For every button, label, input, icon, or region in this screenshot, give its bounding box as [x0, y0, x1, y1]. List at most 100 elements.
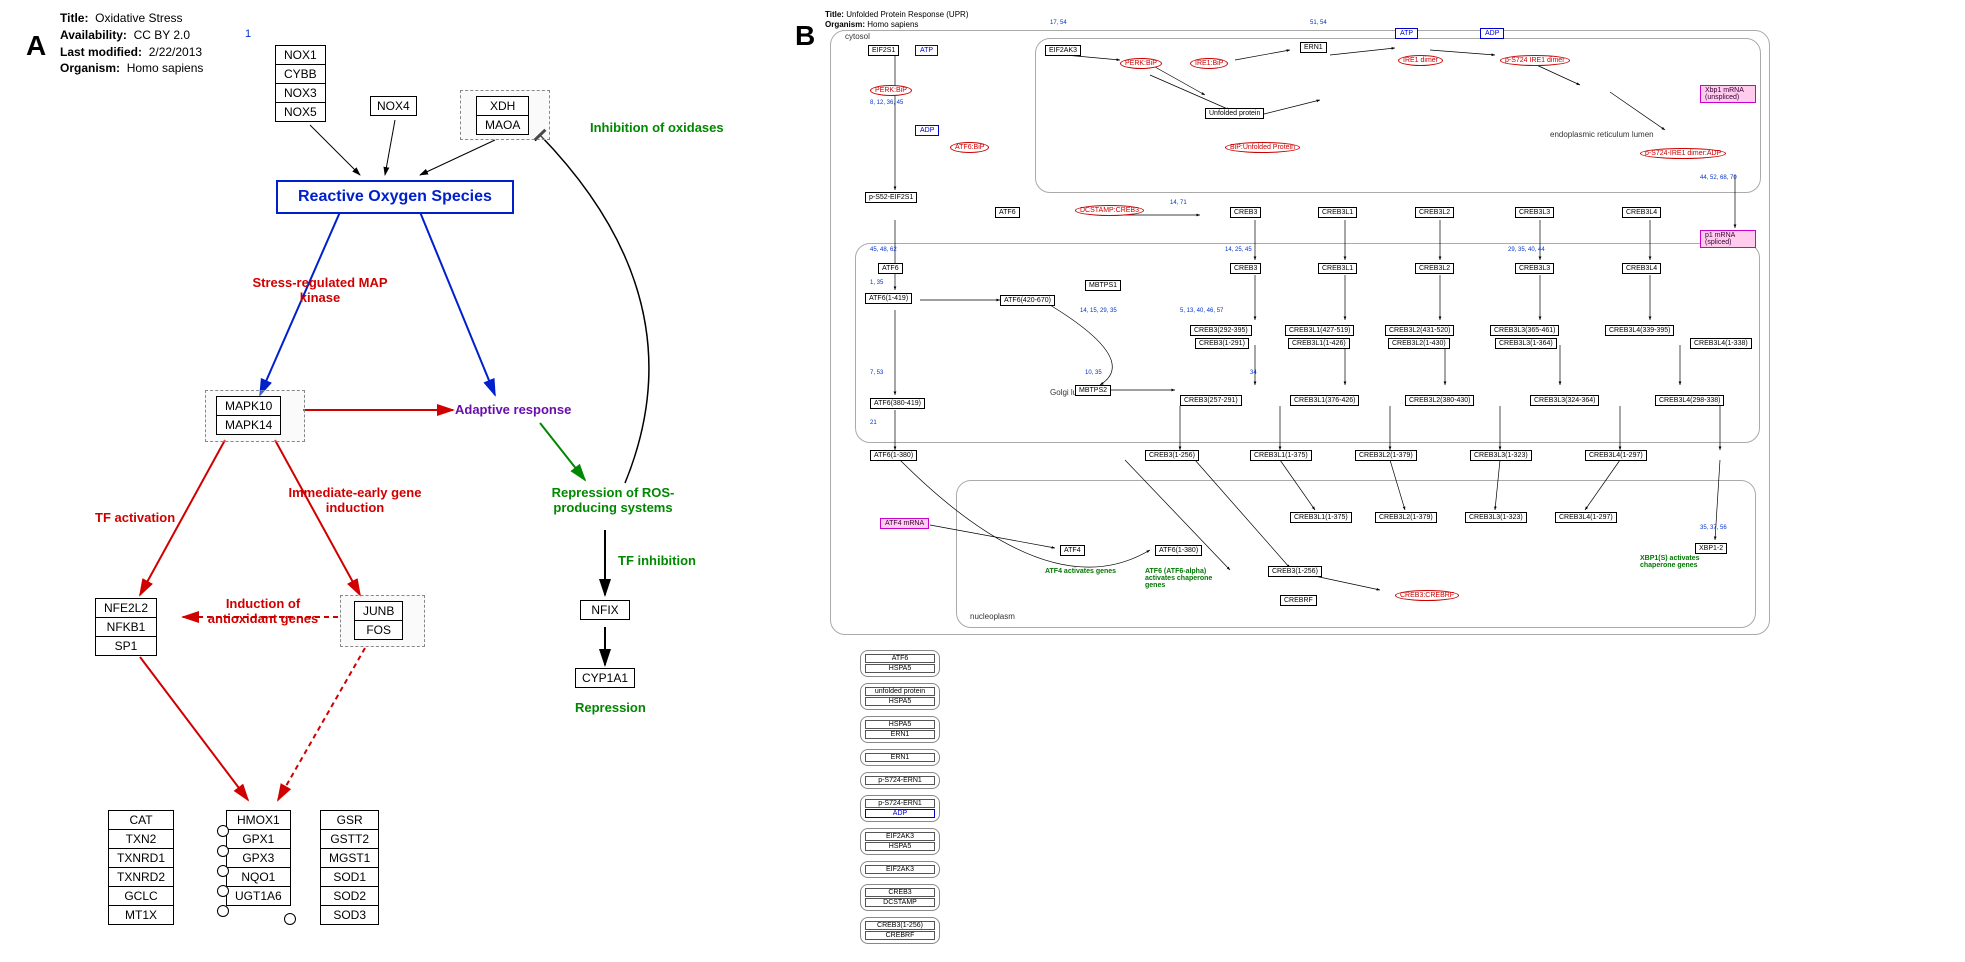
node: EIF2AK3: [1045, 45, 1081, 56]
node: CREB3(1-256): [1268, 566, 1322, 577]
label-stress-map: Stress-regulated MAP kinase: [250, 275, 390, 305]
node: CREB3L3(1-323): [1470, 450, 1532, 461]
ieg-stack: JUNBFOS: [354, 601, 403, 640]
nox-stack: NOX1CYBBNOX3NOX5: [275, 45, 326, 122]
complex-box: EIF2AK3HSPA5: [860, 828, 940, 855]
tf-stack: NFE2L2NFKB1SP1: [95, 598, 157, 656]
node: ATF6(380-419): [870, 398, 925, 409]
node: CREB3: [1230, 207, 1261, 218]
rxn: 5, 13, 40, 46, 57: [1180, 308, 1223, 314]
node: ERN1: [1300, 42, 1327, 53]
node: CREB3L1(427-519): [1285, 325, 1354, 336]
complex-box: ERN1: [860, 749, 940, 766]
rxn: 1, 35: [870, 280, 883, 286]
complex-box: p-S724-ERN1: [860, 772, 940, 789]
pink-box: Xbp1 mRNA (unspliced): [1700, 85, 1756, 103]
oval: p-S724-IRE1 dimer:ADP: [1640, 148, 1726, 159]
xdh-stack: XDHMAOA: [476, 96, 529, 135]
node: ATF6: [878, 263, 903, 274]
rxn: 21: [870, 420, 877, 426]
node: CREB3: [1230, 263, 1261, 274]
node: CREB3L1(1-375): [1250, 450, 1312, 461]
atp-box: ATP: [915, 45, 938, 56]
mapk-stack: MAPK10MAPK14: [216, 396, 281, 435]
node: CREB3L2(1-379): [1375, 512, 1437, 523]
node: CREB3L3: [1515, 207, 1554, 218]
oval: DCSTAMP:CREB3: [1075, 205, 1144, 216]
node: CREB3L2(431-520): [1385, 325, 1454, 336]
cyp-box: CYP1A1: [575, 668, 635, 688]
node: CREB3L4(339-395): [1605, 325, 1674, 336]
node: CREB3(257-291): [1180, 395, 1242, 406]
rxn: 17, 54: [1050, 20, 1067, 26]
node: CREB3L2: [1415, 207, 1454, 218]
label-inhibition: Inhibition of oxidases: [590, 120, 724, 135]
rxn: 35, 37, 56: [1700, 525, 1727, 531]
complex-box: CREB3(1-256)CREBRF: [860, 917, 940, 944]
rxn: 29, 35, 40, 44: [1508, 247, 1545, 253]
oval: BiP:Unfolded Protein: [1225, 142, 1300, 153]
label-induction: Induction of antioxidant genes: [198, 596, 328, 626]
node: CREB3L1(376-426): [1290, 395, 1359, 406]
node: MBTPS1: [1085, 280, 1121, 291]
pink-box: p1 mRNA (spliced): [1700, 230, 1756, 248]
node: ATF6(1-380): [870, 450, 917, 461]
complex-box: p-S724-ERN1ADP: [860, 795, 940, 822]
node: p-S52-EIF2S1: [865, 192, 917, 203]
node: CREB3(292-395): [1190, 325, 1252, 336]
adp-box: ADP: [915, 125, 939, 136]
panel-a-label: A: [26, 30, 46, 62]
col2-stack: HMOX1GPX1GPX3NQO1UGT1A6: [226, 810, 291, 906]
node: CREB3L3(1-364): [1495, 338, 1557, 349]
node: ATF6(1-380): [1155, 545, 1202, 556]
rxn: 10, 35: [1085, 370, 1102, 376]
node: CREB3L1(1-375): [1290, 512, 1352, 523]
label-repression: Repression: [575, 700, 646, 715]
node: CREB3L2(1-379): [1355, 450, 1417, 461]
circle-icon: [217, 845, 229, 857]
circle-icon: [217, 825, 229, 837]
oval: IRE1:BiP: [1190, 58, 1228, 69]
rxn: 14, 71: [1170, 200, 1187, 206]
panel-b-label: B: [795, 20, 815, 52]
rxn: 34: [1250, 370, 1257, 376]
label-adaptive: Adaptive response: [455, 402, 571, 417]
oval: PERK:BiP: [870, 85, 912, 96]
panel-b-meta: Title: Unfolded Protein Response (UPR) O…: [825, 10, 968, 29]
panel-a-meta: Title: Oxidative Stress Availability: CC…: [60, 10, 203, 77]
green-label: ATF4 activates genes: [1045, 568, 1116, 575]
col3-stack: GSRGSTT2MGST1SOD1SOD2SOD3: [320, 810, 379, 925]
col1-stack: CATTXN2TXNRD1TXNRD2GCLCMT1X: [108, 810, 174, 925]
node: CREBRF: [1280, 595, 1317, 606]
green-label: XBP1(S) activates chaperone genes: [1640, 555, 1710, 569]
node: CREB3L4: [1622, 207, 1661, 218]
node: CREB3L2(380-430): [1405, 395, 1474, 406]
complex-box: ATF6HSPA5: [860, 650, 940, 677]
complex-box: EIF2AK3: [860, 861, 940, 878]
node: CREB3L2(1-430): [1388, 338, 1450, 349]
complex-box: HSPA5ERN1: [860, 716, 940, 743]
node: CREB3L2: [1415, 263, 1454, 274]
complex-box: unfolded proteinHSPA5: [860, 683, 940, 710]
rxn: 8, 12, 36, 45: [870, 100, 903, 106]
ref-marker: 1: [245, 28, 251, 40]
er-label: endoplasmic reticulum lumen: [1550, 130, 1654, 139]
green-label: ATF6 (ATF6-alpha) activates chaperone ge…: [1145, 568, 1225, 589]
label-repression-ros: Repression of ROS-producing systems: [538, 485, 688, 515]
oval: PERK:BiP: [1120, 58, 1162, 69]
node: CREB3L4: [1622, 263, 1661, 274]
circle-icon: [217, 865, 229, 877]
node: CREB3L4(1-338): [1690, 338, 1752, 349]
nox4-box: NOX4: [370, 96, 417, 116]
label-tf-act: TF activation: [95, 510, 175, 525]
oval: p-S724 IRE1 dimer: [1500, 55, 1570, 66]
node: CREB3L4(1-297): [1585, 450, 1647, 461]
node: ATF6(1-419): [865, 293, 912, 304]
complex-column: ATF6HSPA5 unfolded proteinHSPA5 HSPA5ERN1 E…: [860, 650, 940, 950]
node: ATF4: [1060, 545, 1085, 556]
nucleo-label: nucleoplasm: [970, 612, 1015, 621]
label-tf-inh: TF inhibition: [618, 553, 696, 568]
ros-box: Reactive Oxygen Species: [276, 180, 514, 214]
oval: IRE1 dimer: [1398, 55, 1443, 66]
cytosol-label: cytosol: [845, 32, 870, 41]
